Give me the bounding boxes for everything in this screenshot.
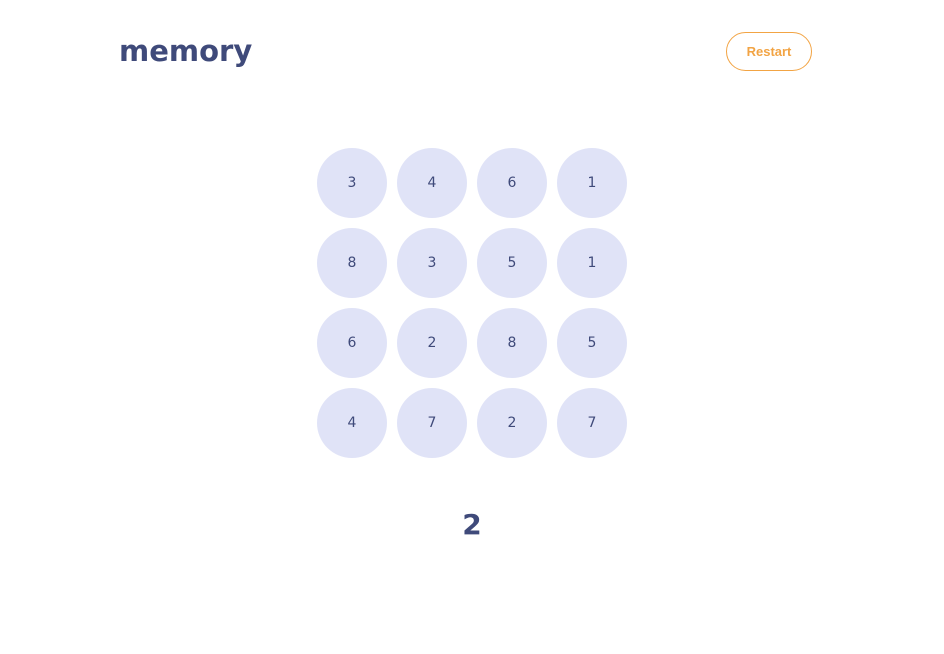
game-logo: memory <box>119 34 253 68</box>
header: memory Restart <box>0 0 944 110</box>
game-board: 3 4 6 1 8 3 5 1 6 2 8 5 4 7 2 7 <box>317 148 627 458</box>
tile[interactable]: 3 <box>397 228 467 298</box>
restart-button[interactable]: Restart <box>726 32 812 71</box>
tile[interactable]: 2 <box>397 308 467 378</box>
tile[interactable]: 3 <box>317 148 387 218</box>
tile[interactable]: 4 <box>397 148 467 218</box>
tile[interactable]: 8 <box>317 228 387 298</box>
tile[interactable]: 6 <box>317 308 387 378</box>
tile[interactable]: 5 <box>557 308 627 378</box>
tile[interactable]: 7 <box>557 388 627 458</box>
tile[interactable]: 8 <box>477 308 547 378</box>
tile[interactable]: 6 <box>477 148 547 218</box>
tile[interactable]: 2 <box>477 388 547 458</box>
tile[interactable]: 1 <box>557 228 627 298</box>
tile[interactable]: 1 <box>557 148 627 218</box>
tile[interactable]: 4 <box>317 388 387 458</box>
tile[interactable]: 5 <box>477 228 547 298</box>
score-display: 2 <box>462 508 482 541</box>
tile[interactable]: 7 <box>397 388 467 458</box>
